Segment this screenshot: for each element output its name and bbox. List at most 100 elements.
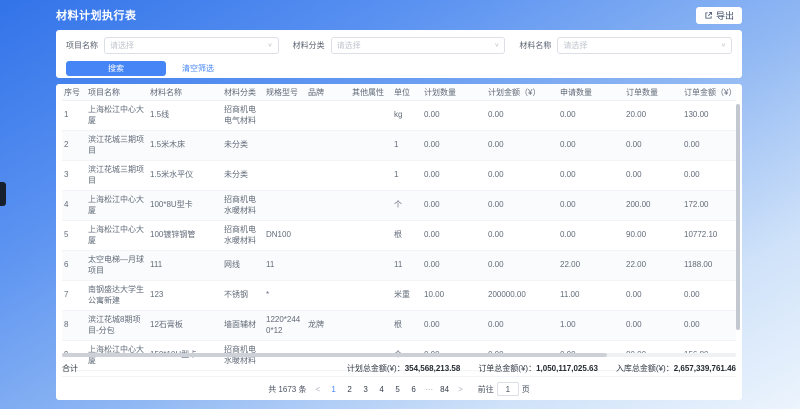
table-cell: 0.00 bbox=[624, 161, 682, 191]
table-cell: 滨江花城三期项目 bbox=[86, 131, 148, 161]
table-cell: 0.00 bbox=[682, 311, 736, 341]
table-cell: 上海松江中心大厦 bbox=[86, 101, 148, 131]
page-button-1[interactable]: 1 bbox=[329, 385, 338, 394]
table-cell: 0.00 bbox=[558, 191, 624, 221]
table-cell: 0.00 bbox=[486, 311, 558, 341]
table-cell bbox=[350, 131, 392, 161]
total-label: 订单总金额(¥)： bbox=[478, 364, 536, 373]
order-total-amount: 订单总金额(¥)：1,050,117,025.63 bbox=[478, 363, 598, 374]
table-cell: 200.00 bbox=[624, 191, 682, 221]
table-row: 1上海松江中心大厦1.5线招商机电 电气材料kg0.000.000.0020.0… bbox=[62, 101, 736, 131]
table-cell bbox=[306, 221, 350, 251]
goto-page: 前往 页 bbox=[478, 382, 530, 396]
sidebar-collapse-handle[interactable] bbox=[0, 182, 6, 206]
page-button-3[interactable]: 3 bbox=[361, 385, 370, 394]
table-cell: 0.00 bbox=[486, 101, 558, 131]
select-placeholder: 请选择 bbox=[110, 40, 134, 51]
filter-label: 材料分类 bbox=[293, 40, 325, 51]
table-cell bbox=[350, 161, 392, 191]
total-value: 1,050,117,025.63 bbox=[536, 364, 598, 373]
column-header: 材料分类 bbox=[222, 84, 264, 101]
next-page-button[interactable]: > bbox=[456, 385, 465, 394]
table-cell: 111 bbox=[148, 251, 222, 281]
page-list: 123456···84 bbox=[329, 385, 449, 394]
table-cell: 1 bbox=[392, 161, 422, 191]
table-cell: 招商机电 电气材料 bbox=[222, 101, 264, 131]
project-name-select[interactable]: 请选择 ∨ bbox=[104, 37, 279, 54]
goto-suffix: 页 bbox=[522, 384, 530, 395]
column-header: 计划金额（¥） bbox=[486, 84, 558, 101]
table-cell: 个 bbox=[392, 191, 422, 221]
table-cell: 0.00 bbox=[624, 281, 682, 311]
table-cell: 130.00 bbox=[682, 101, 736, 131]
table-cell: 10772.10 bbox=[682, 221, 736, 251]
filter-label: 项目名称 bbox=[66, 40, 98, 51]
table-cell: 2 bbox=[62, 131, 86, 161]
table-cell: 200000.00 bbox=[486, 281, 558, 311]
table-cell bbox=[264, 131, 306, 161]
table-cell: 0.00 bbox=[422, 101, 486, 131]
clear-filter-link[interactable]: 清空筛选 bbox=[182, 63, 214, 74]
page-button-4[interactable]: 4 bbox=[377, 385, 386, 394]
table-cell bbox=[306, 191, 350, 221]
table-cell: 墙面辅材 bbox=[222, 311, 264, 341]
filter-label: 材料名称 bbox=[519, 40, 551, 51]
table-row: 4上海松江中心大厦100*8U型卡招商机电 水暖材料个0.000.000.002… bbox=[62, 191, 736, 221]
total-count: 共 1673 条 bbox=[268, 384, 306, 395]
column-header: 申请数量 bbox=[558, 84, 624, 101]
column-header: 订单金额（¥） bbox=[682, 84, 736, 101]
pagination: 共 1673 条 < 123456···84 > 前往 页 bbox=[56, 378, 742, 400]
chevron-down-icon: ∨ bbox=[721, 43, 726, 49]
material-category-select[interactable]: 请选择 ∨ bbox=[331, 37, 506, 54]
export-button[interactable]: 导出 bbox=[696, 7, 742, 24]
table-cell: 100*8U型卡 bbox=[148, 191, 222, 221]
table-cell bbox=[306, 161, 350, 191]
table-cell: 0.00 bbox=[422, 221, 486, 251]
filter-row: 项目名称 请选择 ∨ 材料分类 请选择 ∨ 材料名称 请选择 ∨ bbox=[66, 37, 732, 54]
table-row: 6太空电梯—月球项目111网线11110.000.0022.0022.00118… bbox=[62, 251, 736, 281]
table-cell: 0.00 bbox=[682, 161, 736, 191]
page-button-2[interactable]: 2 bbox=[345, 385, 354, 394]
table-cell: 7 bbox=[62, 281, 86, 311]
table-cell: 11 bbox=[264, 251, 306, 281]
table-cell: 太空电梯—月球项目 bbox=[86, 251, 148, 281]
search-button[interactable]: 搜索 bbox=[66, 61, 166, 76]
table-cell bbox=[350, 191, 392, 221]
page-button-5[interactable]: 5 bbox=[393, 385, 402, 394]
table-row: 2滨江花城三期项目1.5米木床未分类10.000.000.000.000.00 bbox=[62, 131, 736, 161]
table-cell: 123 bbox=[148, 281, 222, 311]
column-header: 其他属性 bbox=[350, 84, 392, 101]
table-cell: 滨江花城8期项目-分包 bbox=[86, 311, 148, 341]
page-button-6[interactable]: 6 bbox=[409, 385, 418, 394]
goto-page-input[interactable] bbox=[497, 382, 519, 396]
material-name-select[interactable]: 请选择 ∨ bbox=[557, 37, 732, 54]
table-cell: 0.00 bbox=[422, 191, 486, 221]
horizontal-scrollbar[interactable] bbox=[62, 353, 736, 357]
page-button-84[interactable]: 84 bbox=[440, 385, 449, 394]
table-cell: 1 bbox=[392, 131, 422, 161]
table-cell: 米重 bbox=[392, 281, 422, 311]
table-cell: 上海松江中心大厦 bbox=[86, 191, 148, 221]
table-cell: 8 bbox=[62, 311, 86, 341]
filter-field-material-category: 材料分类 请选择 ∨ bbox=[293, 37, 506, 54]
table-cell: 0.00 bbox=[422, 251, 486, 281]
table-cell: kg bbox=[392, 101, 422, 131]
table-cell: 6 bbox=[62, 251, 86, 281]
column-header: 单位 bbox=[392, 84, 422, 101]
column-header: 项目名称 bbox=[86, 84, 148, 101]
table-cell: 未分类 bbox=[222, 161, 264, 191]
select-placeholder: 请选择 bbox=[337, 40, 361, 51]
table-cell: 0.00 bbox=[558, 161, 624, 191]
prev-page-button[interactable]: < bbox=[313, 385, 322, 394]
table-cell: 11.00 bbox=[558, 281, 624, 311]
table-cell: 11 bbox=[392, 251, 422, 281]
page-title: 材料计划执行表 bbox=[56, 7, 137, 23]
table-card: 序号项目名称材料名称材料分类规格型号品牌其他属性单位计划数量计划金额（¥）申请数… bbox=[56, 84, 742, 400]
table-cell: 1188.00 bbox=[682, 251, 736, 281]
table-cell bbox=[350, 311, 392, 341]
table-cell: 0.00 bbox=[682, 131, 736, 161]
horizontal-scrollbar-thumb[interactable] bbox=[62, 353, 607, 357]
table-cell bbox=[306, 101, 350, 131]
vertical-scrollbar[interactable] bbox=[736, 104, 740, 330]
total-label: 入库总金额(¥)： bbox=[616, 364, 674, 373]
